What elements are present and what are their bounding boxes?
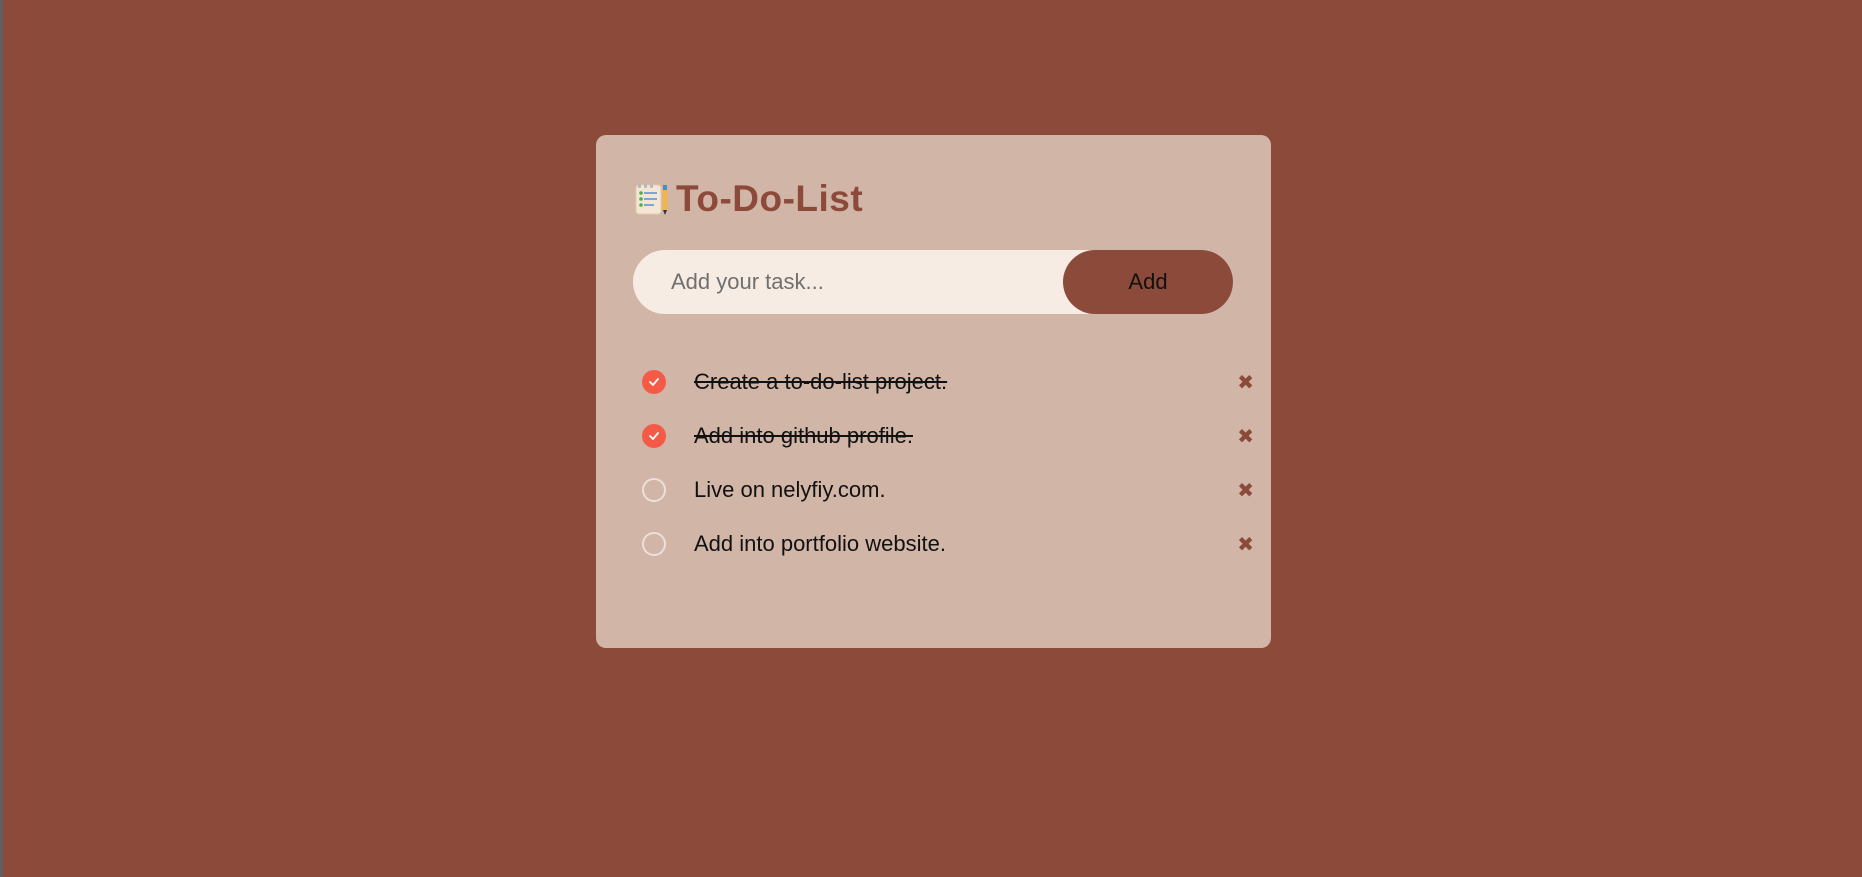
task-checkbox[interactable]: [642, 532, 666, 556]
close-x-icon[interactable]: ✖: [1237, 424, 1254, 448]
close-x-icon[interactable]: ✖: [1237, 370, 1254, 394]
close-x-icon[interactable]: ✖: [1237, 532, 1254, 556]
task-item[interactable]: Add into portfolio website. ✖: [642, 517, 1254, 571]
task-text[interactable]: Live on nelyfiy.com.: [694, 477, 886, 503]
checkmark-icon: [649, 432, 659, 440]
task-input[interactable]: [633, 250, 1033, 314]
task-item[interactable]: Create a to-do-list project. ✖: [642, 355, 1254, 409]
notepad-checklist-icon: [634, 181, 670, 217]
task-text[interactable]: Add into github profile.: [694, 423, 913, 449]
add-task-bar: Add: [633, 250, 1233, 314]
checkmark-icon: [649, 378, 659, 386]
task-item[interactable]: Add into github profile. ✖: [642, 409, 1254, 463]
close-x-icon[interactable]: ✖: [1237, 478, 1254, 502]
task-checkbox[interactable]: [642, 424, 666, 448]
task-checkbox[interactable]: [642, 370, 666, 394]
task-checkbox[interactable]: [642, 478, 666, 502]
task-text[interactable]: Create a to-do-list project.: [694, 369, 947, 395]
task-item[interactable]: Live on nelyfiy.com. ✖: [642, 463, 1254, 517]
window-left-edge: [0, 0, 3, 877]
page-title: To-Do-List: [676, 178, 864, 219]
add-button[interactable]: Add: [1063, 250, 1233, 314]
title-row: To-Do-List: [634, 177, 863, 221]
task-list: Create a to-do-list project. ✖ Add into …: [642, 355, 1254, 571]
task-text[interactable]: Add into portfolio website.: [694, 531, 946, 557]
todo-card: To-Do-List Add Create a to-do-list proje…: [596, 135, 1271, 648]
